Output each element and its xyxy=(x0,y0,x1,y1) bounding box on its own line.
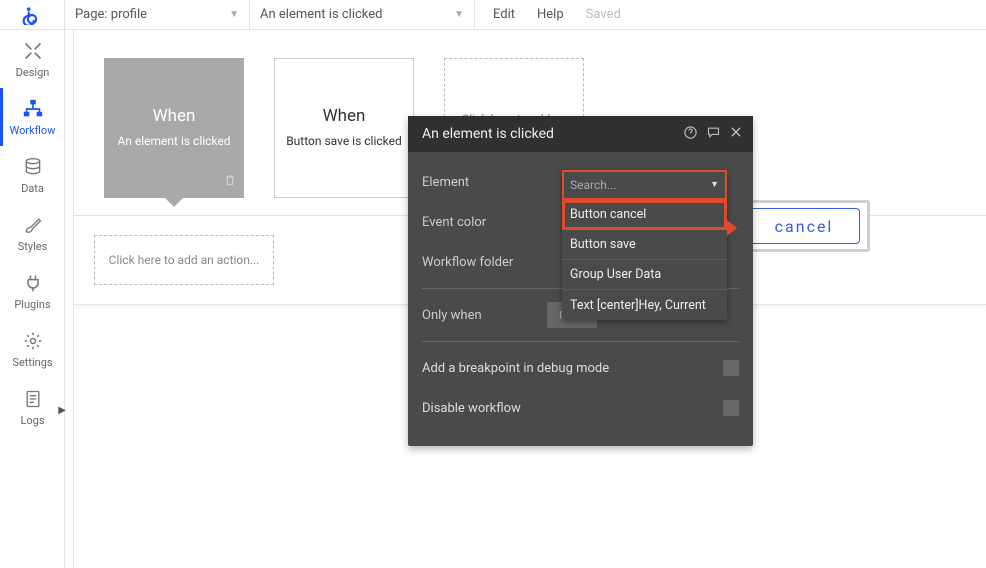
event-when-label: When xyxy=(323,106,366,126)
disable-workflow-checkbox[interactable] xyxy=(723,400,739,416)
rail-settings[interactable]: Settings xyxy=(0,320,65,378)
event-type-dropdown[interactable]: An element is clicked ▼ xyxy=(250,0,475,30)
add-action-placeholder[interactable]: Click here to add an action... xyxy=(94,235,274,285)
chevron-down-icon: ▼ xyxy=(229,9,239,20)
top-menu: Edit Help Saved xyxy=(475,7,621,22)
close-icon[interactable] xyxy=(729,125,743,143)
rail-data[interactable]: Data xyxy=(0,146,65,204)
rail-workflow[interactable]: Workflow xyxy=(0,88,65,146)
callout-arrow-icon xyxy=(727,220,737,236)
logs-icon xyxy=(22,388,44,410)
database-icon xyxy=(22,156,44,178)
comment-icon[interactable] xyxy=(706,125,721,144)
brand-logo xyxy=(0,0,65,30)
bubble-logo-icon xyxy=(22,5,42,25)
event-card-selected[interactable]: When An element is clicked xyxy=(104,58,244,198)
element-dropdown[interactable]: Search... ▼ Button cancel Button save Gr… xyxy=(562,170,727,320)
dialog-title: An element is clicked xyxy=(422,126,554,142)
event-desc: An element is clicked xyxy=(117,134,230,150)
trash-icon[interactable] xyxy=(223,173,237,191)
page-selector-dropdown[interactable]: Page: profile ▼ xyxy=(65,0,250,30)
label-disable-workflow: Disable workflow xyxy=(422,401,521,416)
label-workflow-folder: Workflow folder xyxy=(422,255,547,270)
search-placeholder: Search... xyxy=(570,178,616,192)
design-icon xyxy=(22,40,44,62)
dialog-header[interactable]: An element is clicked xyxy=(408,116,753,152)
label-event-color: Event color xyxy=(422,215,547,230)
rail-expand-caret[interactable]: ▶ xyxy=(58,405,66,416)
label-only-when: Only when xyxy=(422,308,547,323)
label-breakpoint: Add a breakpoint in debug mode xyxy=(422,361,609,376)
event-pointer-icon xyxy=(164,197,184,207)
help-icon[interactable] xyxy=(683,125,698,144)
event-card[interactable]: When Button save is clicked xyxy=(274,58,414,198)
rail-design[interactable]: Design xyxy=(0,30,65,88)
breakpoint-checkbox[interactable] xyxy=(723,360,739,376)
row-breakpoint: Add a breakpoint in debug mode xyxy=(422,348,739,388)
event-when-label: When xyxy=(153,106,196,126)
rail-styles[interactable]: Styles xyxy=(0,204,65,262)
target-element-frame: cancel xyxy=(738,200,870,252)
row-disable-workflow: Disable workflow xyxy=(422,388,739,428)
top-bar: Page: profile ▼ An element is clicked ▼ … xyxy=(0,0,986,30)
chevron-down-icon: ▼ xyxy=(710,179,719,190)
save-status: Saved xyxy=(586,7,621,22)
add-action-label: Click here to add an action... xyxy=(109,253,260,267)
dropdown-option-group-user-data[interactable]: Group User Data xyxy=(562,260,727,290)
dropdown-search-input[interactable]: Search... ▼ xyxy=(562,170,727,200)
chevron-down-icon: ▼ xyxy=(454,9,464,20)
gear-icon xyxy=(22,330,44,352)
menu-edit[interactable]: Edit xyxy=(493,7,515,22)
workflow-icon xyxy=(22,98,44,120)
plug-icon xyxy=(22,272,44,294)
cancel-button[interactable]: cancel xyxy=(748,208,860,244)
menu-help[interactable]: Help xyxy=(537,7,564,22)
label-element: Element xyxy=(422,175,547,190)
rail-plugins[interactable]: Plugins xyxy=(0,262,65,320)
brush-icon xyxy=(22,214,44,236)
divider xyxy=(422,341,739,342)
page-selector-label: Page: profile xyxy=(75,7,147,22)
left-rail: Design Workflow Data Styles Plugins Sett… xyxy=(0,30,65,568)
event-type-label: An element is clicked xyxy=(260,7,383,22)
dropdown-option-button-save[interactable]: Button save xyxy=(562,230,727,260)
rail-logs[interactable]: Logs xyxy=(0,378,65,436)
dropdown-option-button-cancel[interactable]: Button cancel xyxy=(562,200,727,230)
cancel-button-label: cancel xyxy=(775,217,834,236)
dropdown-option-text-hey-current[interactable]: Text [center]Hey, Current xyxy=(562,290,727,320)
event-desc: Button save is clicked xyxy=(286,134,402,150)
